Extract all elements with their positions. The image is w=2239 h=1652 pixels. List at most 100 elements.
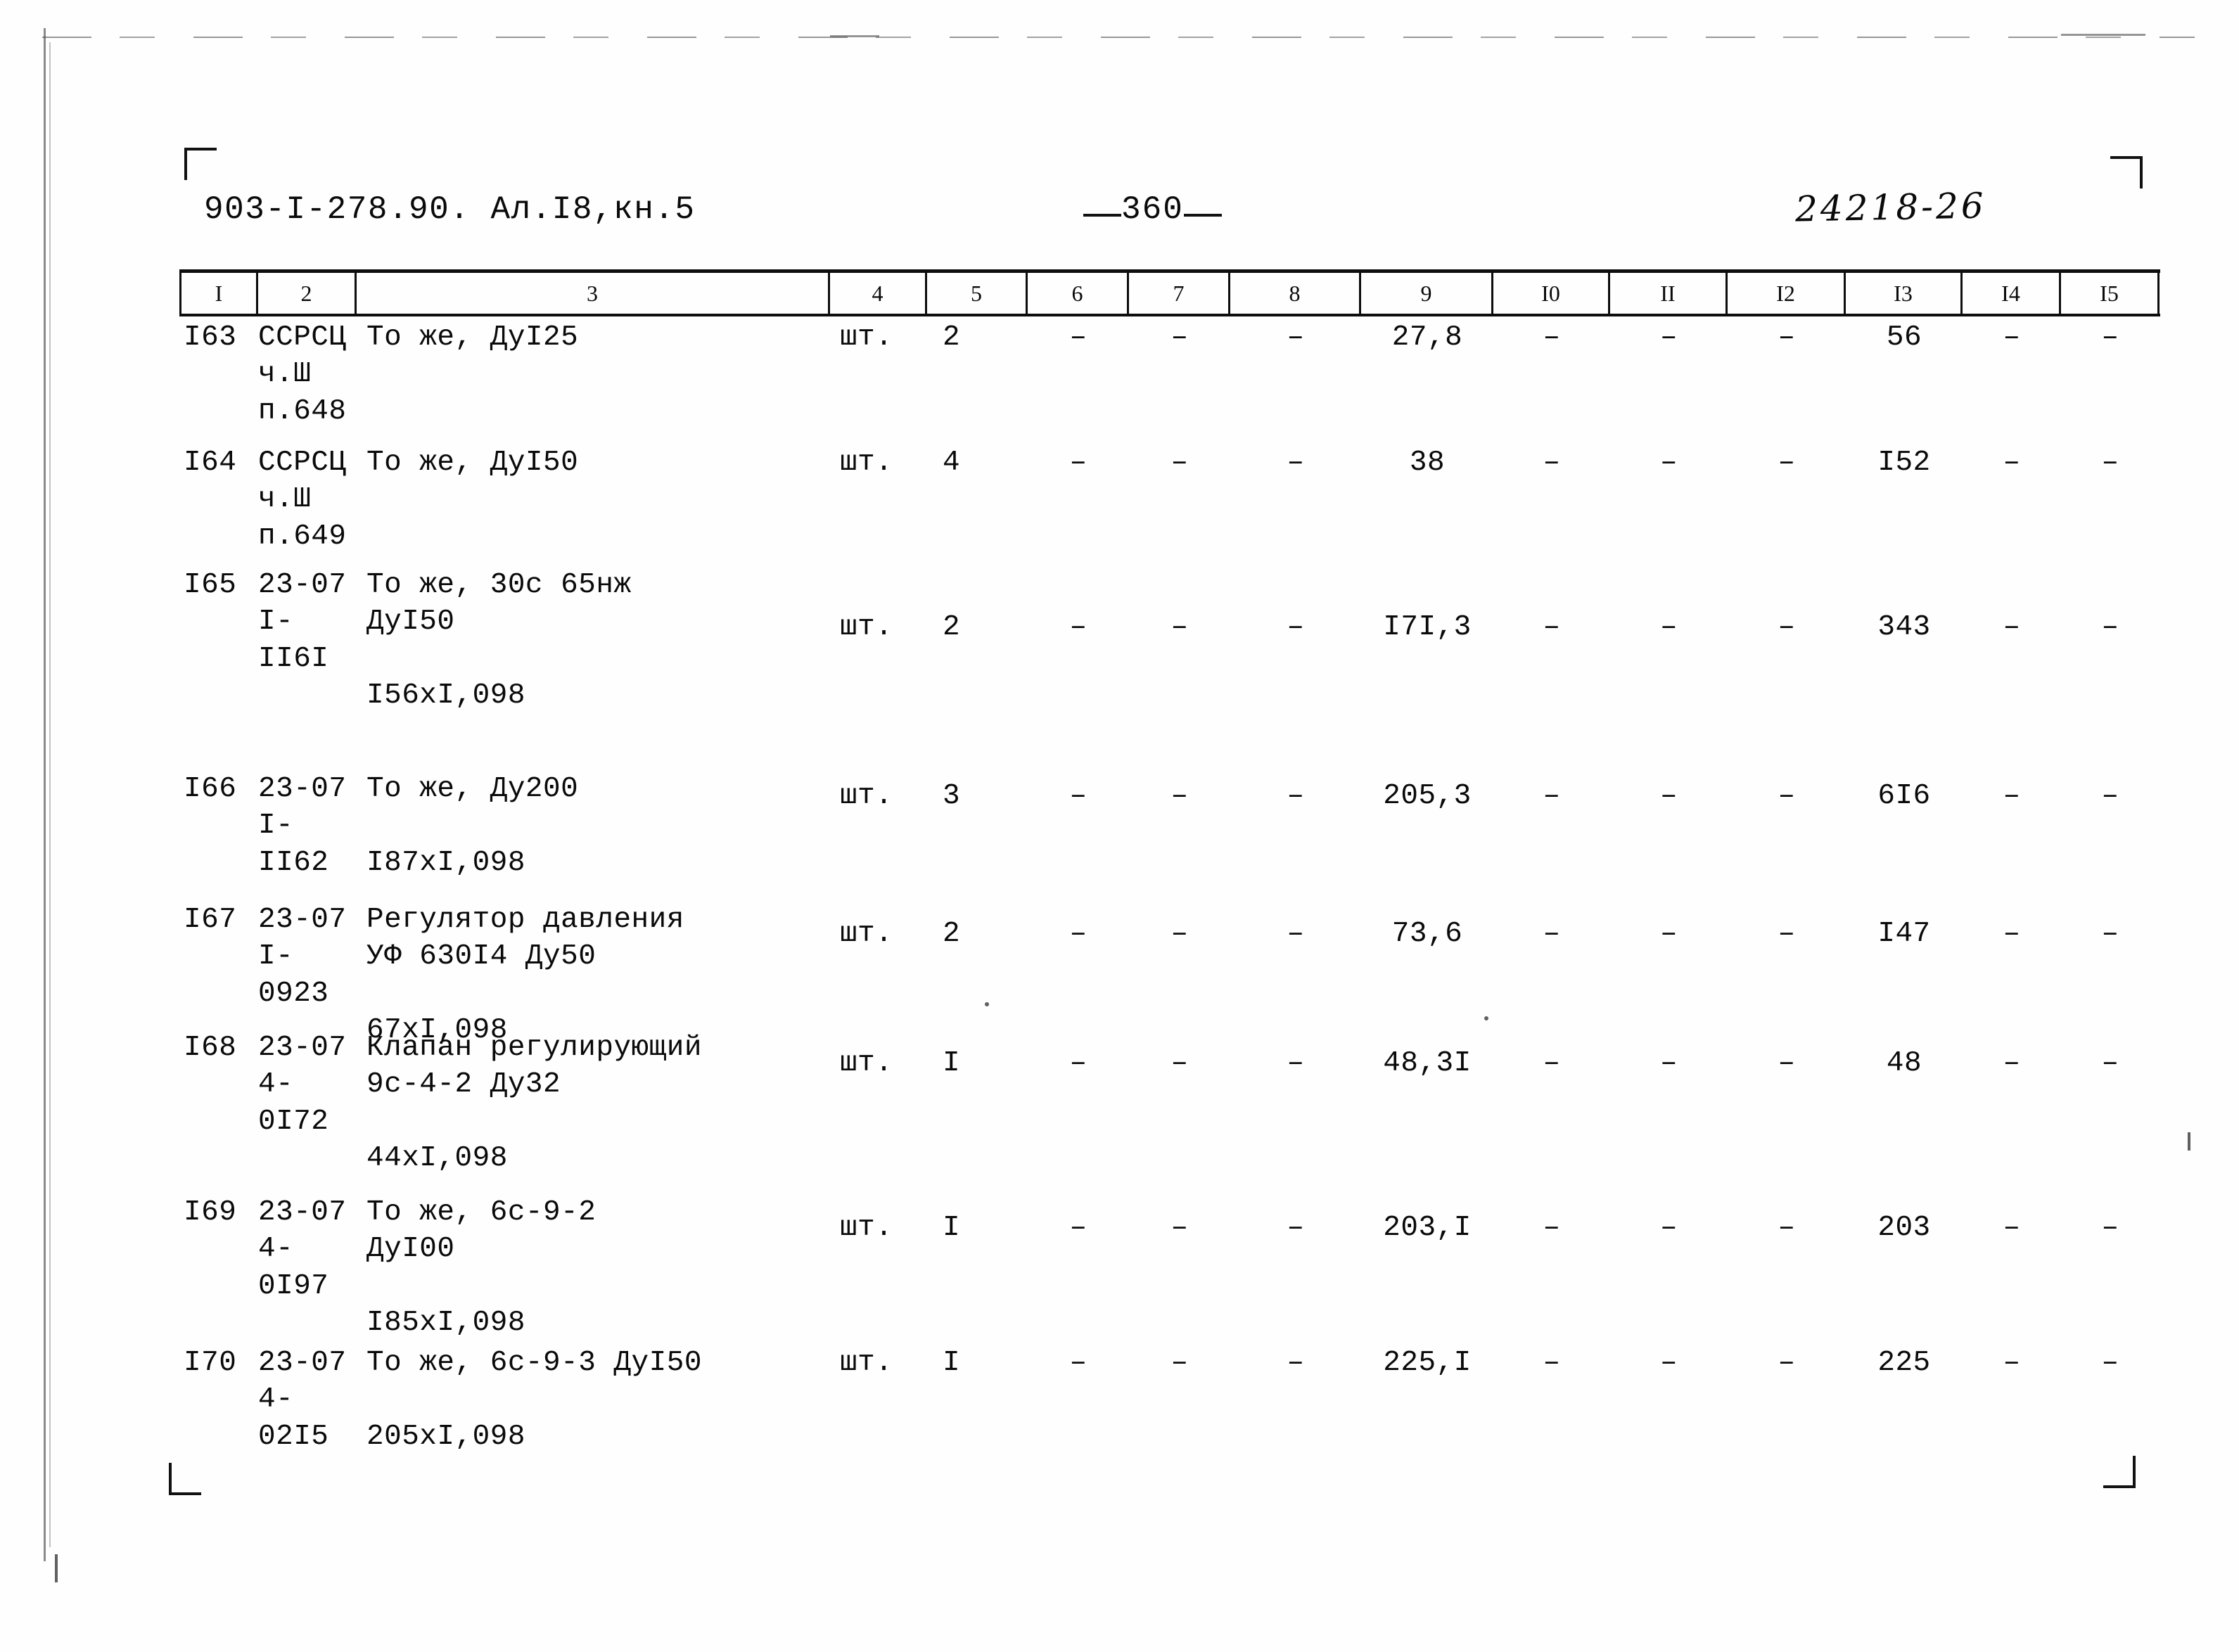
row-item-name: То же, 6с-9-2 ДуI00 I85xI,098: [366, 1196, 597, 1340]
frame-corner-top-right: [2110, 156, 2143, 188]
row-col11: –: [1659, 1047, 1678, 1080]
row-col9-price: 205,3: [1383, 780, 1472, 812]
row-col8: –: [1287, 447, 1305, 479]
row-col10: –: [1543, 780, 1561, 812]
row-col8: –: [1287, 1047, 1305, 1080]
row-quantity: 2: [943, 321, 961, 354]
scan-edge-artifact-secondary: [49, 42, 51, 1547]
row-position-number: I67: [184, 904, 237, 936]
row-standard-code: 23-07 I-0923: [258, 904, 347, 1010]
row-col8: –: [1287, 611, 1305, 643]
scan-edge-artifact: [44, 28, 46, 1561]
row-col9-price: I7I,3: [1383, 611, 1472, 643]
row-col6: –: [1069, 447, 1087, 479]
row-col15: –: [2101, 918, 2119, 950]
row-col14: –: [2003, 321, 2021, 354]
column-header-14: I4: [1963, 273, 2061, 314]
row-col8: –: [1287, 321, 1305, 354]
row-col7: –: [1170, 1047, 1189, 1080]
column-header-15: I5: [2061, 273, 2160, 314]
row-col9-price: 38: [1409, 447, 1446, 479]
row-col8: –: [1287, 1347, 1305, 1379]
row-standard-code: 23-07 4-0I97: [258, 1196, 347, 1302]
row-col9-price: 203,I: [1383, 1212, 1472, 1244]
row-standard-code: 23-07 I-II62: [258, 773, 347, 879]
row-col12: –: [1778, 1212, 1796, 1244]
row-col14: –: [2003, 1347, 2021, 1379]
row-col11: –: [1659, 780, 1678, 812]
column-header-7: 7: [1129, 273, 1230, 314]
row-col13-total: 56: [1886, 321, 1922, 354]
row-col15: –: [2101, 321, 2119, 354]
row-col14: –: [2003, 1212, 2021, 1244]
row-col13-total: 343: [1877, 611, 1931, 643]
row-col15: –: [2101, 447, 2119, 479]
row-col7: –: [1170, 780, 1189, 812]
row-col11: –: [1659, 447, 1678, 479]
row-col12: –: [1778, 611, 1796, 643]
row-col6: –: [1069, 611, 1087, 643]
row-col13-total: 225: [1877, 1347, 1931, 1379]
row-position-number: I70: [184, 1347, 237, 1379]
row-unit: шт.: [840, 780, 893, 812]
row-col12: –: [1778, 321, 1796, 354]
row-col12: –: [1778, 918, 1796, 950]
table-row: I63 ССРСЦ ч.Ш п.648 То же, ДуI25 шт. 2 – – – 27,…: [179, 316, 2160, 430]
scan-speck: [2061, 34, 2145, 36]
row-quantity: I: [943, 1212, 961, 1244]
row-col7: –: [1170, 1212, 1189, 1244]
scan-top-edge-artifact: [42, 37, 2195, 38]
row-col10: –: [1543, 447, 1561, 479]
row-position-number: I69: [184, 1196, 237, 1229]
scan-speck: [830, 35, 879, 37]
column-header-1: I: [179, 273, 258, 314]
row-col12: –: [1778, 780, 1796, 812]
row-col15: –: [2101, 1047, 2119, 1080]
row-col14: –: [2003, 447, 2021, 479]
row-unit: шт.: [840, 1347, 893, 1379]
row-col15: –: [2101, 1347, 2119, 1379]
row-item-name: То же, ДуI50: [366, 447, 579, 479]
row-col11: –: [1659, 611, 1678, 643]
row-col7: –: [1170, 918, 1189, 950]
row-quantity: 3: [943, 780, 961, 812]
column-header-13: I3: [1846, 273, 1963, 314]
row-item-name: Клапан регулирующий 9с-4-2 Ду32 44xI,098: [366, 1032, 702, 1175]
document-code: 903-I-278.90. Ал.I8,кн.5: [204, 191, 696, 228]
row-col6: –: [1069, 321, 1087, 354]
row-position-number: I65: [184, 569, 237, 601]
row-col15: –: [2101, 611, 2119, 643]
row-quantity: 2: [943, 918, 961, 950]
row-col6: –: [1069, 780, 1087, 812]
row-unit: шт.: [840, 611, 893, 643]
scan-speck: [55, 1554, 58, 1582]
table-column-header-row: I 2 3 4 5 6 7 8 9 I0 II I2 I3 I4 I5: [179, 269, 2160, 316]
row-col12: –: [1778, 1047, 1796, 1080]
row-col11: –: [1659, 1347, 1678, 1379]
row-item-name: То же, ДуI25: [366, 321, 579, 354]
table-row: I64 ССРСЦ ч.Ш п.649 То же, ДуI50 шт. 4 – – – 38 –…: [179, 442, 2160, 555]
column-header-5: 5: [927, 273, 1028, 314]
row-col10: –: [1543, 1347, 1561, 1379]
row-quantity: I: [943, 1047, 961, 1080]
row-col6: –: [1069, 1347, 1087, 1379]
page-number-block: 360: [1083, 191, 1222, 228]
row-col13-total: 203: [1877, 1212, 1931, 1244]
row-col9-price: 48,3I: [1383, 1047, 1472, 1080]
row-col11: –: [1659, 1212, 1678, 1244]
row-col15: –: [2101, 780, 2119, 812]
row-col13-total: I47: [1877, 918, 1931, 950]
row-col9-price: 73,6: [1391, 918, 1463, 950]
row-col8: –: [1287, 1212, 1305, 1244]
row-unit: шт.: [840, 1047, 893, 1080]
row-position-number: I68: [184, 1032, 237, 1064]
row-col7: –: [1170, 321, 1189, 354]
row-col7: –: [1170, 1347, 1189, 1379]
row-col9-price: 27,8: [1391, 321, 1463, 354]
row-col14: –: [2003, 611, 2021, 643]
table-row: I70 23-07 4-02I5 То же, 6с-9-3 ДуI50 205xI…: [179, 1342, 2160, 1455]
row-standard-code: 23-07 I-II6I: [258, 569, 347, 675]
row-item-name: То же, Ду200 I87xI,098: [366, 773, 579, 879]
table-row: I69 23-07 4-0I97 То же, 6с-9-2 ДуI00 I85xI…: [179, 1191, 2160, 1342]
specification-table: I 2 3 4 5 6 7 8 9 I0 II I2 I3 I4 I5 I63 С…: [179, 269, 2160, 1484]
